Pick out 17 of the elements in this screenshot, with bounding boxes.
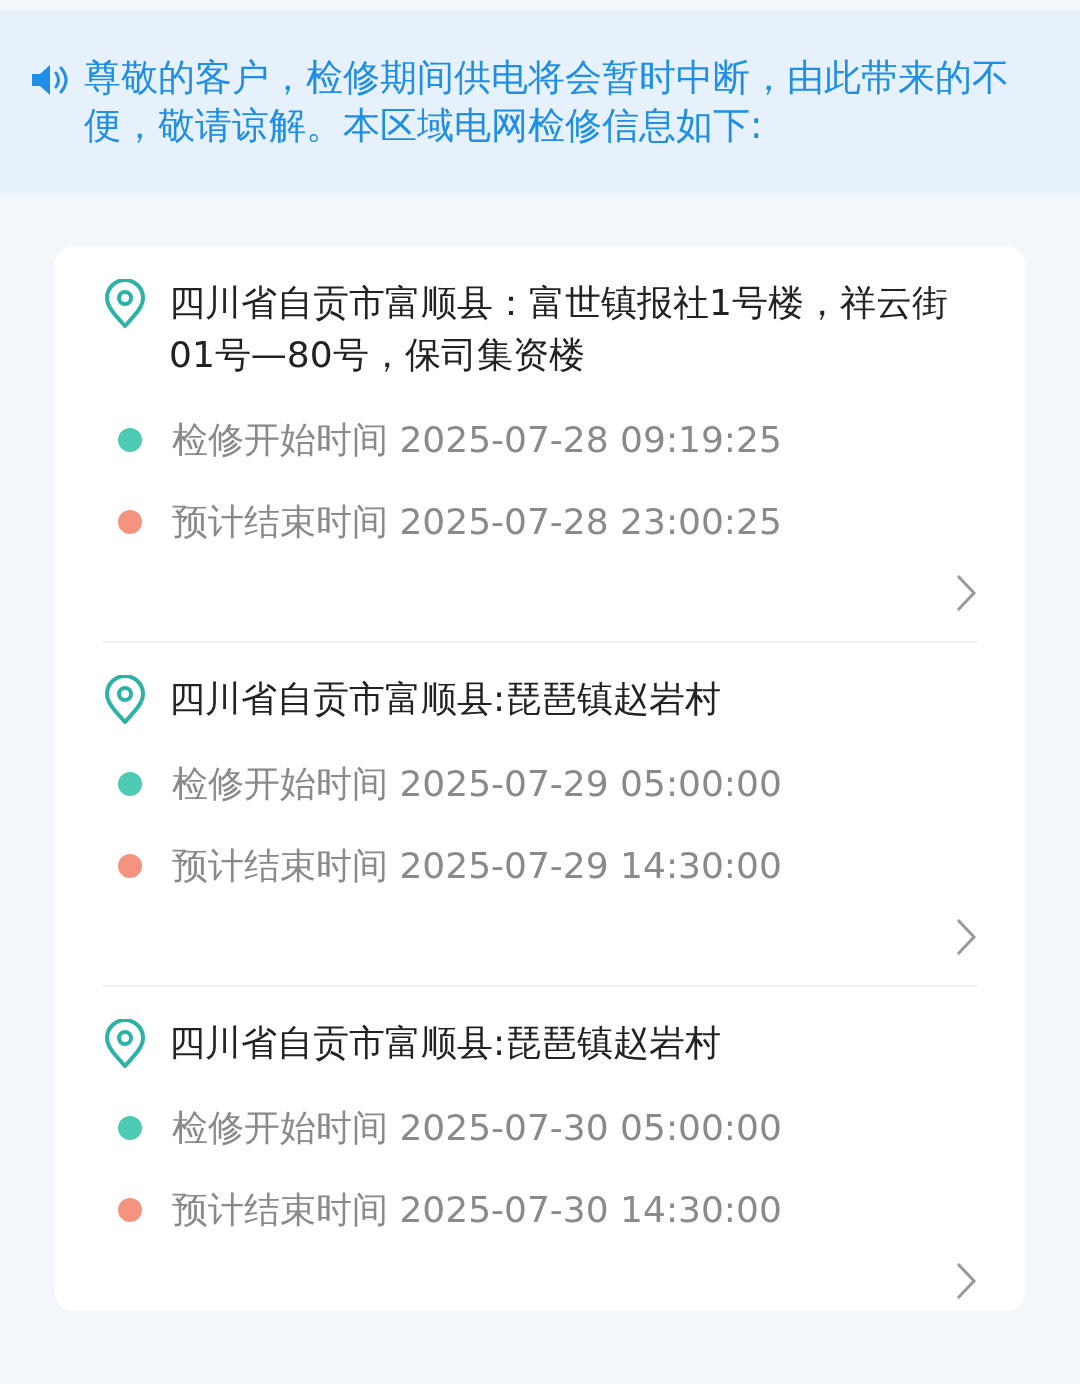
notice-text: 尊敬的客户，检修期间供电将会暂时中断，由此带来的不便，敬请谅解。本区域电网检修信息如下: xyxy=(84,55,1010,149)
time-text: 检修开始时间 2025-07-30 05:00:00 xyxy=(172,1105,782,1150)
address-text: 四川省自贡市富顺县:琵琶镇赵岩村 xyxy=(169,677,723,721)
chevron-right-icon[interactable] xyxy=(955,1261,977,1301)
time-text: 预计结束时间 2025-07-30 14:30:00 xyxy=(172,1187,782,1232)
speaker-icon xyxy=(30,62,70,98)
time-text: 检修开始时间 2025-07-29 05:00:00 xyxy=(172,761,782,806)
location-pin-icon xyxy=(103,279,147,329)
chevron-right-icon[interactable] xyxy=(955,573,977,613)
time-text: 预计结束时间 2025-07-28 23:00:25 xyxy=(172,499,782,544)
address-text: 四川省自贡市富顺县：富世镇报社1号楼，祥云街01号—80号，保司集资楼 xyxy=(169,281,949,377)
location-pin-icon xyxy=(103,1019,147,1069)
chevron-right-icon[interactable] xyxy=(955,917,977,957)
time-text: 检修开始时间 2025-07-28 09:19:25 xyxy=(172,417,782,462)
time-text: 预计结束时间 2025-07-29 14:30:00 xyxy=(172,843,782,888)
location-pin-icon xyxy=(103,675,147,725)
address-text: 四川省自贡市富顺县:琵琶镇赵岩村 xyxy=(169,1021,723,1065)
